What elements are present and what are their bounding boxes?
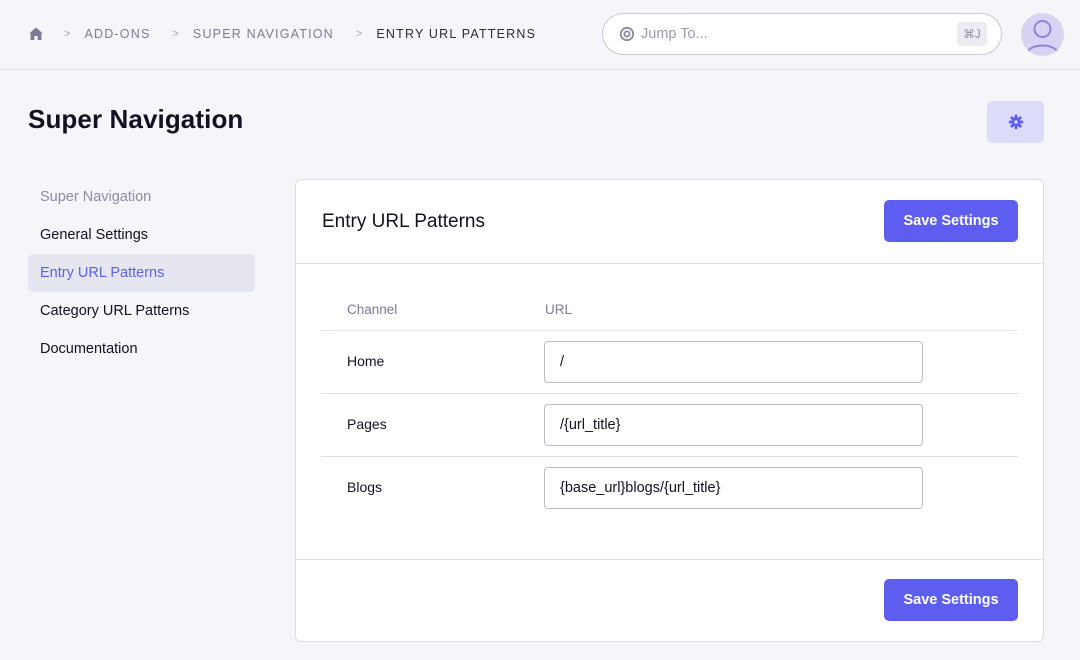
avatar[interactable] — [1021, 13, 1064, 56]
settings-button[interactable] — [987, 101, 1044, 143]
url-patterns-table: Channel URL Home Pages Blogs — [321, 290, 1018, 520]
save-settings-button[interactable]: Save Settings — [884, 579, 1018, 621]
breadcrumb-separator: > — [355, 28, 363, 40]
sidebar-item-general-settings[interactable]: General Settings — [28, 216, 255, 254]
jump-to-search[interactable]: ⌘J — [602, 13, 1002, 55]
column-header-channel: Channel — [347, 302, 398, 317]
page-title: Super Navigation — [28, 104, 244, 134]
breadcrumb: > ADD-ONS > SUPER NAVIGATION > ENTRY URL… — [64, 27, 558, 41]
breadcrumb-separator: > — [172, 28, 179, 40]
url-pattern-input[interactable] — [544, 467, 923, 509]
user-avatar-icon — [1026, 20, 1059, 54]
table-row: Home — [321, 331, 1018, 394]
column-header-url: URL — [545, 302, 573, 317]
table-row: Pages — [321, 394, 1018, 457]
sidebar-heading: Super Navigation — [40, 189, 152, 205]
breadcrumb-super-navigation[interactable]: SUPER NAVIGATION — [193, 27, 334, 41]
url-pattern-input[interactable] — [544, 404, 923, 446]
breadcrumb-current: ENTRY URL PATTERNS — [376, 27, 537, 41]
save-settings-button[interactable]: Save Settings — [884, 200, 1018, 242]
table-row: Blogs — [321, 457, 1018, 520]
sidebar-item-documentation[interactable]: Documentation — [28, 330, 255, 368]
panel-footer: Save Settings — [296, 559, 1043, 643]
keyboard-shortcut-badge: ⌘J — [957, 22, 987, 46]
breadcrumb-add-ons[interactable]: ADD-ONS — [84, 27, 150, 41]
breadcrumb-separator: > — [64, 28, 71, 40]
home-icon[interactable] — [28, 26, 44, 42]
channel-label: Blogs — [347, 479, 383, 495]
target-icon — [619, 26, 635, 42]
sidebar-item-entry-url-patterns[interactable]: Entry URL Patterns — [28, 254, 255, 292]
table-header: Channel URL — [321, 290, 1018, 331]
sidebar-item-category-url-patterns[interactable]: Category URL Patterns — [28, 292, 255, 330]
panel-title: Entry URL Patterns — [322, 211, 485, 232]
top-bar: > ADD-ONS > SUPER NAVIGATION > ENTRY URL… — [0, 0, 1080, 70]
channel-label: Home — [347, 353, 385, 369]
sidebar: Super Navigation General Settings Entry … — [28, 178, 255, 368]
settings-panel: Entry URL Patterns Save Settings Channel… — [295, 179, 1044, 642]
panel-header: Entry URL Patterns Save Settings — [296, 180, 1043, 264]
gear-icon — [1008, 114, 1023, 130]
url-pattern-input[interactable] — [544, 341, 923, 383]
search-input[interactable] — [641, 23, 941, 45]
channel-label: Pages — [347, 416, 387, 432]
